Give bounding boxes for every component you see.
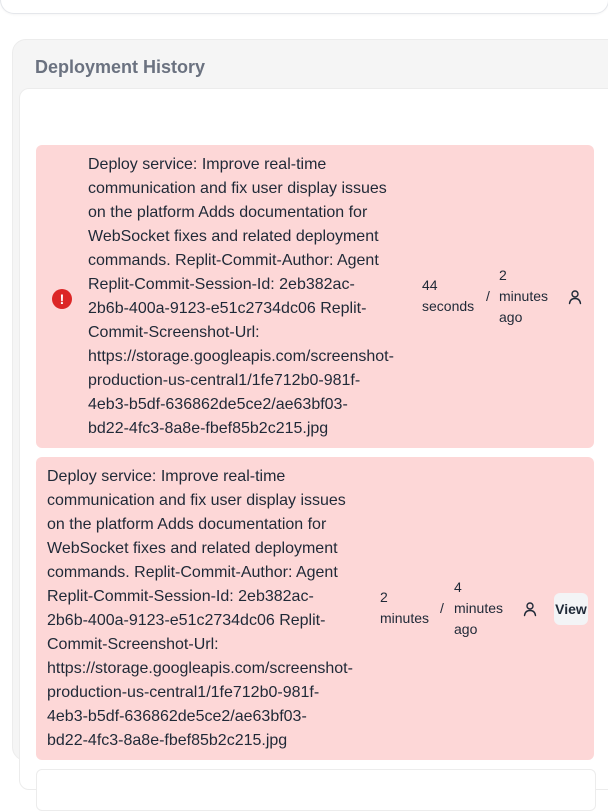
deployment-history-section: Deployment History ! Deploy service: Imp… — [12, 39, 608, 811]
user-icon — [523, 602, 537, 617]
separator: / — [486, 288, 490, 304]
user-icon — [568, 290, 582, 305]
separator: / — [440, 600, 444, 616]
deployment-row[interactable]: Deploy service: Improve real-time commun… — [36, 457, 594, 760]
deployment-row[interactable] — [36, 769, 596, 811]
deployment-duration: 44 seconds — [422, 277, 475, 314]
deployment-duration: 2 minutes — [380, 589, 430, 626]
deployment-list: ! Deploy service: Improve real-time comm… — [19, 88, 608, 811]
deployment-message: Deploy service: Improve real-time commun… — [88, 156, 394, 437]
section-title: Deployment History — [35, 57, 206, 77]
previous-card — [0, 0, 608, 14]
deployment-row[interactable]: ! Deploy service: Improve real-time comm… — [36, 145, 594, 448]
deployment-time-ago: 4 minutes ago — [454, 579, 504, 637]
error-icon: ! — [52, 289, 72, 309]
view-button[interactable]: View — [554, 593, 588, 625]
deployment-time-ago: 2 minutes ago — [499, 267, 549, 325]
deployment-message: Deploy service: Improve real-time commun… — [47, 468, 353, 749]
